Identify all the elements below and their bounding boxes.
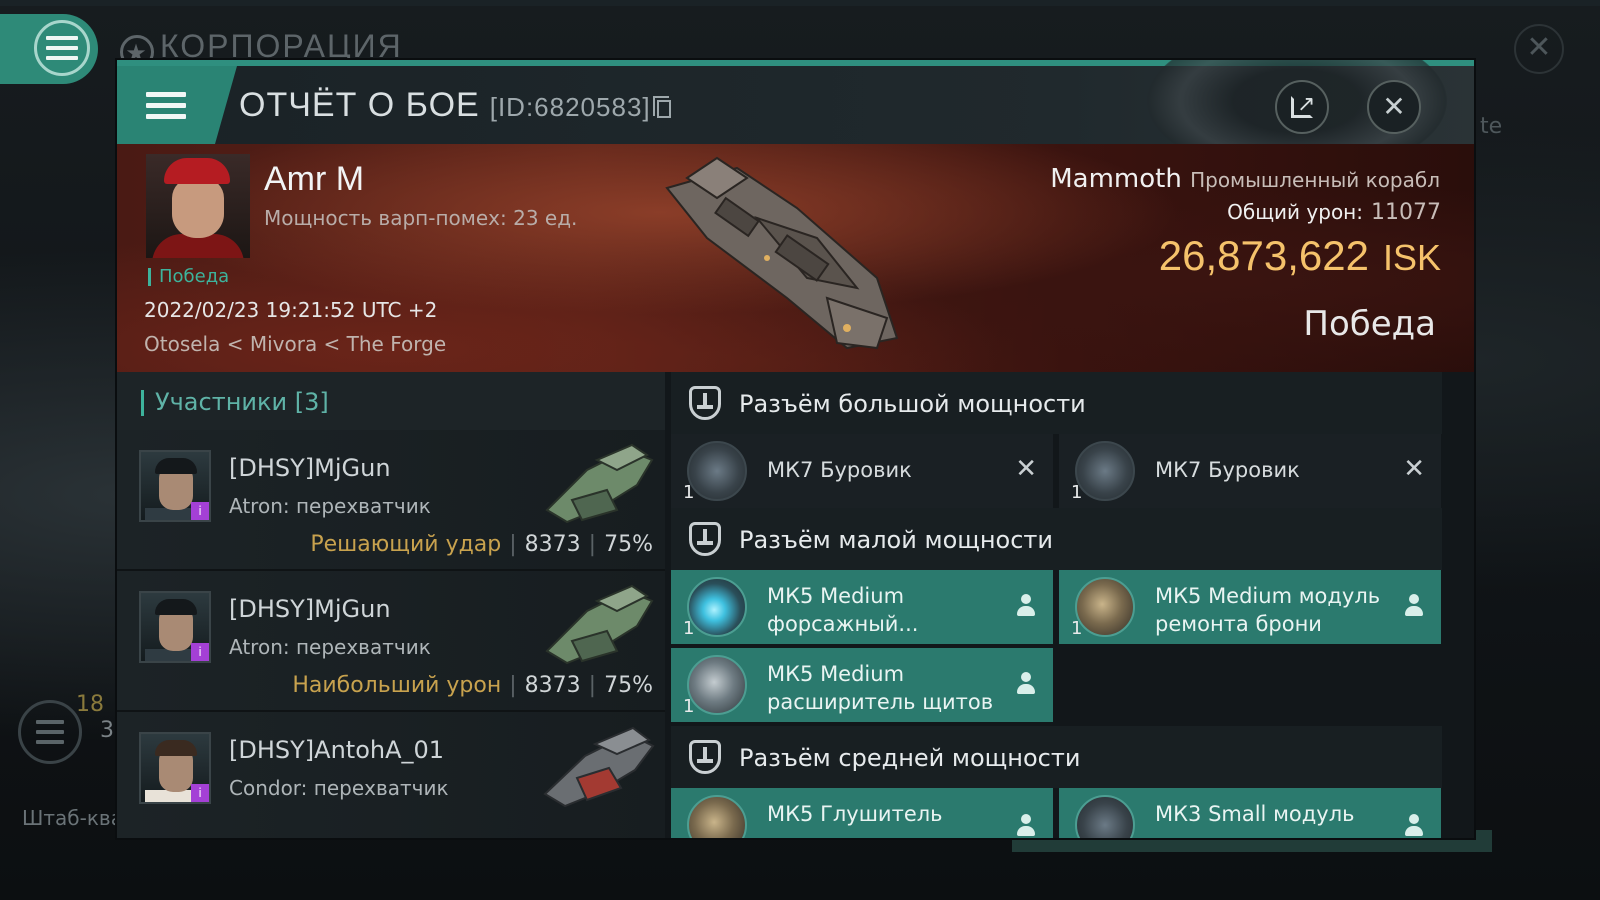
dialog-title: ОТЧЁТ О БОЕ [ID:6820583] <box>239 86 671 125</box>
dropped-user-icon <box>1403 594 1425 618</box>
main-menu-button[interactable] <box>0 14 98 84</box>
info-icon: i <box>191 643 209 661</box>
participant-ship: Atron: перехватчик <box>229 494 431 518</box>
participant-stats: Решающий удар | 8373 | 75% <box>310 532 653 557</box>
high-slot-item[interactable]: 1 МК7 Буровик ✕ <box>671 434 1053 508</box>
module-icon <box>1075 795 1135 838</box>
participants-panel: Участники [3] i [DHSY]MjGun Atron: перех… <box>117 372 665 838</box>
background-top-bar <box>0 0 1600 6</box>
battle-result: Победа <box>1303 304 1436 344</box>
battle-report-dialog: ОТЧЁТ О БОЕ [ID:6820583] ↗ ✕ Amr M Мощнос… <box>117 60 1474 838</box>
background-side-text: te <box>1480 114 1503 139</box>
mid-slot-item[interactable]: МК3 Small модуль <box>1059 788 1441 838</box>
copy-icon[interactable] <box>652 96 671 118</box>
menu-icon <box>34 20 90 76</box>
panel-edge <box>1442 372 1474 838</box>
victim-avatar[interactable] <box>146 154 250 258</box>
isk-value: 26,873,622 ISK <box>1158 232 1441 279</box>
participant-row[interactable]: i [DHSY]AntohA_01 Condor: перехватчик <box>117 712 665 838</box>
participant-avatar: i <box>139 450 211 522</box>
background-count-a: 18 <box>76 692 104 717</box>
jammer-icon <box>687 795 747 838</box>
atron-ship-image <box>545 443 654 524</box>
dropped-user-icon <box>1403 814 1425 838</box>
participant-ship: Atron: перехватчик <box>229 635 431 659</box>
ship-class: Промышленный корабл <box>1190 168 1440 192</box>
low-slot-item[interactable]: 1 МК5 Medium расширитель щитов <box>671 648 1053 722</box>
mammoth-ship-image <box>665 156 899 350</box>
dropped-user-icon <box>1015 814 1037 838</box>
afterburner-icon <box>687 577 747 637</box>
participant-row[interactable]: i [DHSY]MjGun Atron: перехватчик Решающи… <box>117 430 665 571</box>
background-menu-icon[interactable] <box>18 700 82 764</box>
destroyed-x-icon: ✕ <box>1403 454 1425 484</box>
warp-strength: Мощность варп-помех: 23 ед. <box>264 206 578 230</box>
report-id: [ID:6820583] <box>489 92 651 122</box>
kill-timestamp: 2022/02/23 19:21:52 UTC +2 <box>144 298 438 322</box>
close-button[interactable]: ✕ <box>1367 80 1421 134</box>
shield-extender-icon <box>687 655 747 715</box>
condor-ship-image <box>543 726 655 808</box>
armor-repair-icon <box>1075 577 1135 637</box>
high-slots-header: Разъём большой мощности <box>671 372 1442 434</box>
low-slot-item[interactable]: 1 МК5 Medium модуль ремонта брони <box>1059 570 1441 644</box>
total-damage: Общий урон: 11077 <box>1227 200 1441 225</box>
close-icon: ✕ <box>1382 90 1406 123</box>
participant-name: [DHSY]MjGun <box>229 595 391 623</box>
background-hq-label: Штаб-ква <box>22 806 123 830</box>
export-button[interactable]: ↗ <box>1275 80 1329 134</box>
low-slot-item[interactable]: 1 МК5 Medium форсажный... <box>671 570 1053 644</box>
shield-icon <box>689 386 721 420</box>
participant-ship: Condor: перехватчик <box>229 776 449 800</box>
mining-laser-icon <box>687 441 747 501</box>
dialog-header: ОТЧЁТ О БОЕ [ID:6820583] ↗ ✕ <box>117 60 1474 176</box>
participant-name: [DHSY]MjGun <box>229 454 391 482</box>
dropped-user-icon <box>1015 594 1037 618</box>
info-icon: i <box>191 502 209 520</box>
background-close-icon[interactable]: ✕ <box>1514 24 1564 74</box>
shield-icon <box>689 522 721 556</box>
dialog-menu-button[interactable] <box>117 66 215 144</box>
kill-summary-banner: Amr M Мощность варп-помех: 23 ед. Победа… <box>117 144 1474 372</box>
high-slot-item[interactable]: 1 МК7 Буровик ✕ <box>1059 434 1441 508</box>
victory-tag: Победа <box>148 268 229 286</box>
mining-laser-icon <box>1075 441 1135 501</box>
victim-name[interactable]: Amr M <box>264 160 364 199</box>
mid-slots-header: Разъём средней мощности <box>671 726 1442 788</box>
participant-avatar: i <box>139 591 211 663</box>
low-slots-header: Разъём малой мощности <box>671 508 1442 570</box>
fitting-panel: Разъём большой мощности 1 МК7 Буровик ✕ … <box>671 372 1442 838</box>
kill-location[interactable]: Otosela < Mivora < The Forge <box>144 332 446 356</box>
menu-icon <box>146 91 186 119</box>
participant-name: [DHSY]AntohA_01 <box>229 736 445 764</box>
participants-header[interactable]: Участники [3] <box>117 372 665 430</box>
mid-slot-item[interactable]: МК5 Глушитель <box>671 788 1053 838</box>
info-icon: i <box>191 784 209 802</box>
dropped-user-icon <box>1015 672 1037 696</box>
atron-ship-image <box>545 584 654 665</box>
shield-icon <box>689 740 721 774</box>
background-count-b: 3 <box>100 718 114 743</box>
header-slant-decoration <box>215 66 237 144</box>
destroyed-x-icon: ✕ <box>1015 454 1037 484</box>
participant-avatar: i <box>139 732 211 804</box>
victim-ship[interactable]: Mammoth Промышленный корабл <box>1050 164 1440 194</box>
participant-stats: Наибольший урон | 8373 | 75% <box>292 673 653 698</box>
participant-row[interactable]: i [DHSY]MjGun Atron: перехватчик Наиболь… <box>117 571 665 712</box>
